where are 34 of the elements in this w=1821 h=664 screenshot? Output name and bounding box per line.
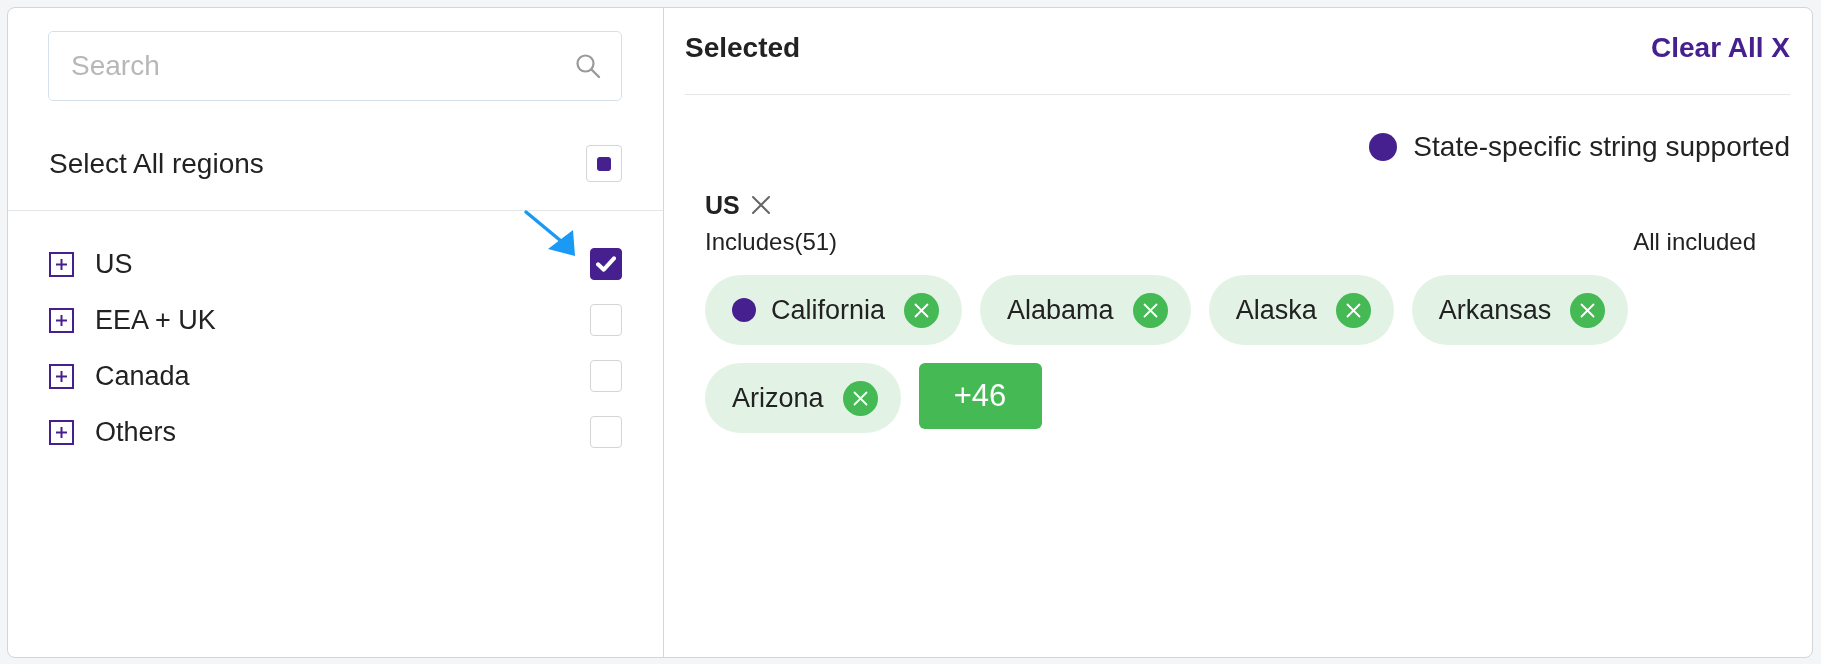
clear-all-link[interactable]: Clear All X	[1651, 32, 1790, 64]
expand-icon[interactable]	[49, 307, 74, 333]
expand-icon[interactable]	[49, 363, 74, 389]
remove-icon[interactable]	[1335, 292, 1371, 328]
remove-icon[interactable]	[1570, 292, 1606, 328]
region-label[interactable]: US	[95, 248, 133, 280]
region-checkbox[interactable]	[590, 248, 622, 280]
select-all-checkbox[interactable]	[586, 145, 622, 182]
group-title: US	[705, 191, 740, 219]
select-all-label: Select All regions	[49, 147, 264, 180]
remove-icon[interactable]	[842, 380, 878, 416]
annotation-arrow	[522, 208, 578, 259]
chip-label: Arkansas	[1438, 294, 1552, 326]
region-label[interactable]: EEA + UK	[95, 304, 216, 336]
region-label[interactable]: Others	[95, 416, 177, 448]
legend-label: State-specific string supported	[1413, 131, 1790, 163]
chip-label: California	[771, 294, 886, 326]
chip-label: Alabama	[1007, 294, 1114, 326]
panel-title: Selected	[685, 32, 801, 64]
region-label[interactable]: Canada	[95, 360, 190, 392]
expand-icon[interactable]	[49, 251, 74, 277]
close-icon[interactable]	[749, 194, 772, 216]
remove-icon[interactable]	[904, 292, 940, 328]
legend-dot-icon	[1369, 133, 1398, 161]
chip-label: Alaska	[1235, 294, 1317, 326]
include-count: Includes(51)	[705, 229, 838, 255]
remove-icon[interactable]	[1132, 292, 1168, 328]
indeterminate-icon	[597, 156, 611, 171]
search-icon[interactable]	[575, 53, 601, 79]
status-label: All included	[1633, 229, 1756, 255]
check-icon	[596, 256, 616, 272]
search-field[interactable]: Search	[48, 31, 622, 101]
chip-label: Arizona	[732, 382, 824, 414]
expand-icon[interactable]	[49, 419, 74, 445]
